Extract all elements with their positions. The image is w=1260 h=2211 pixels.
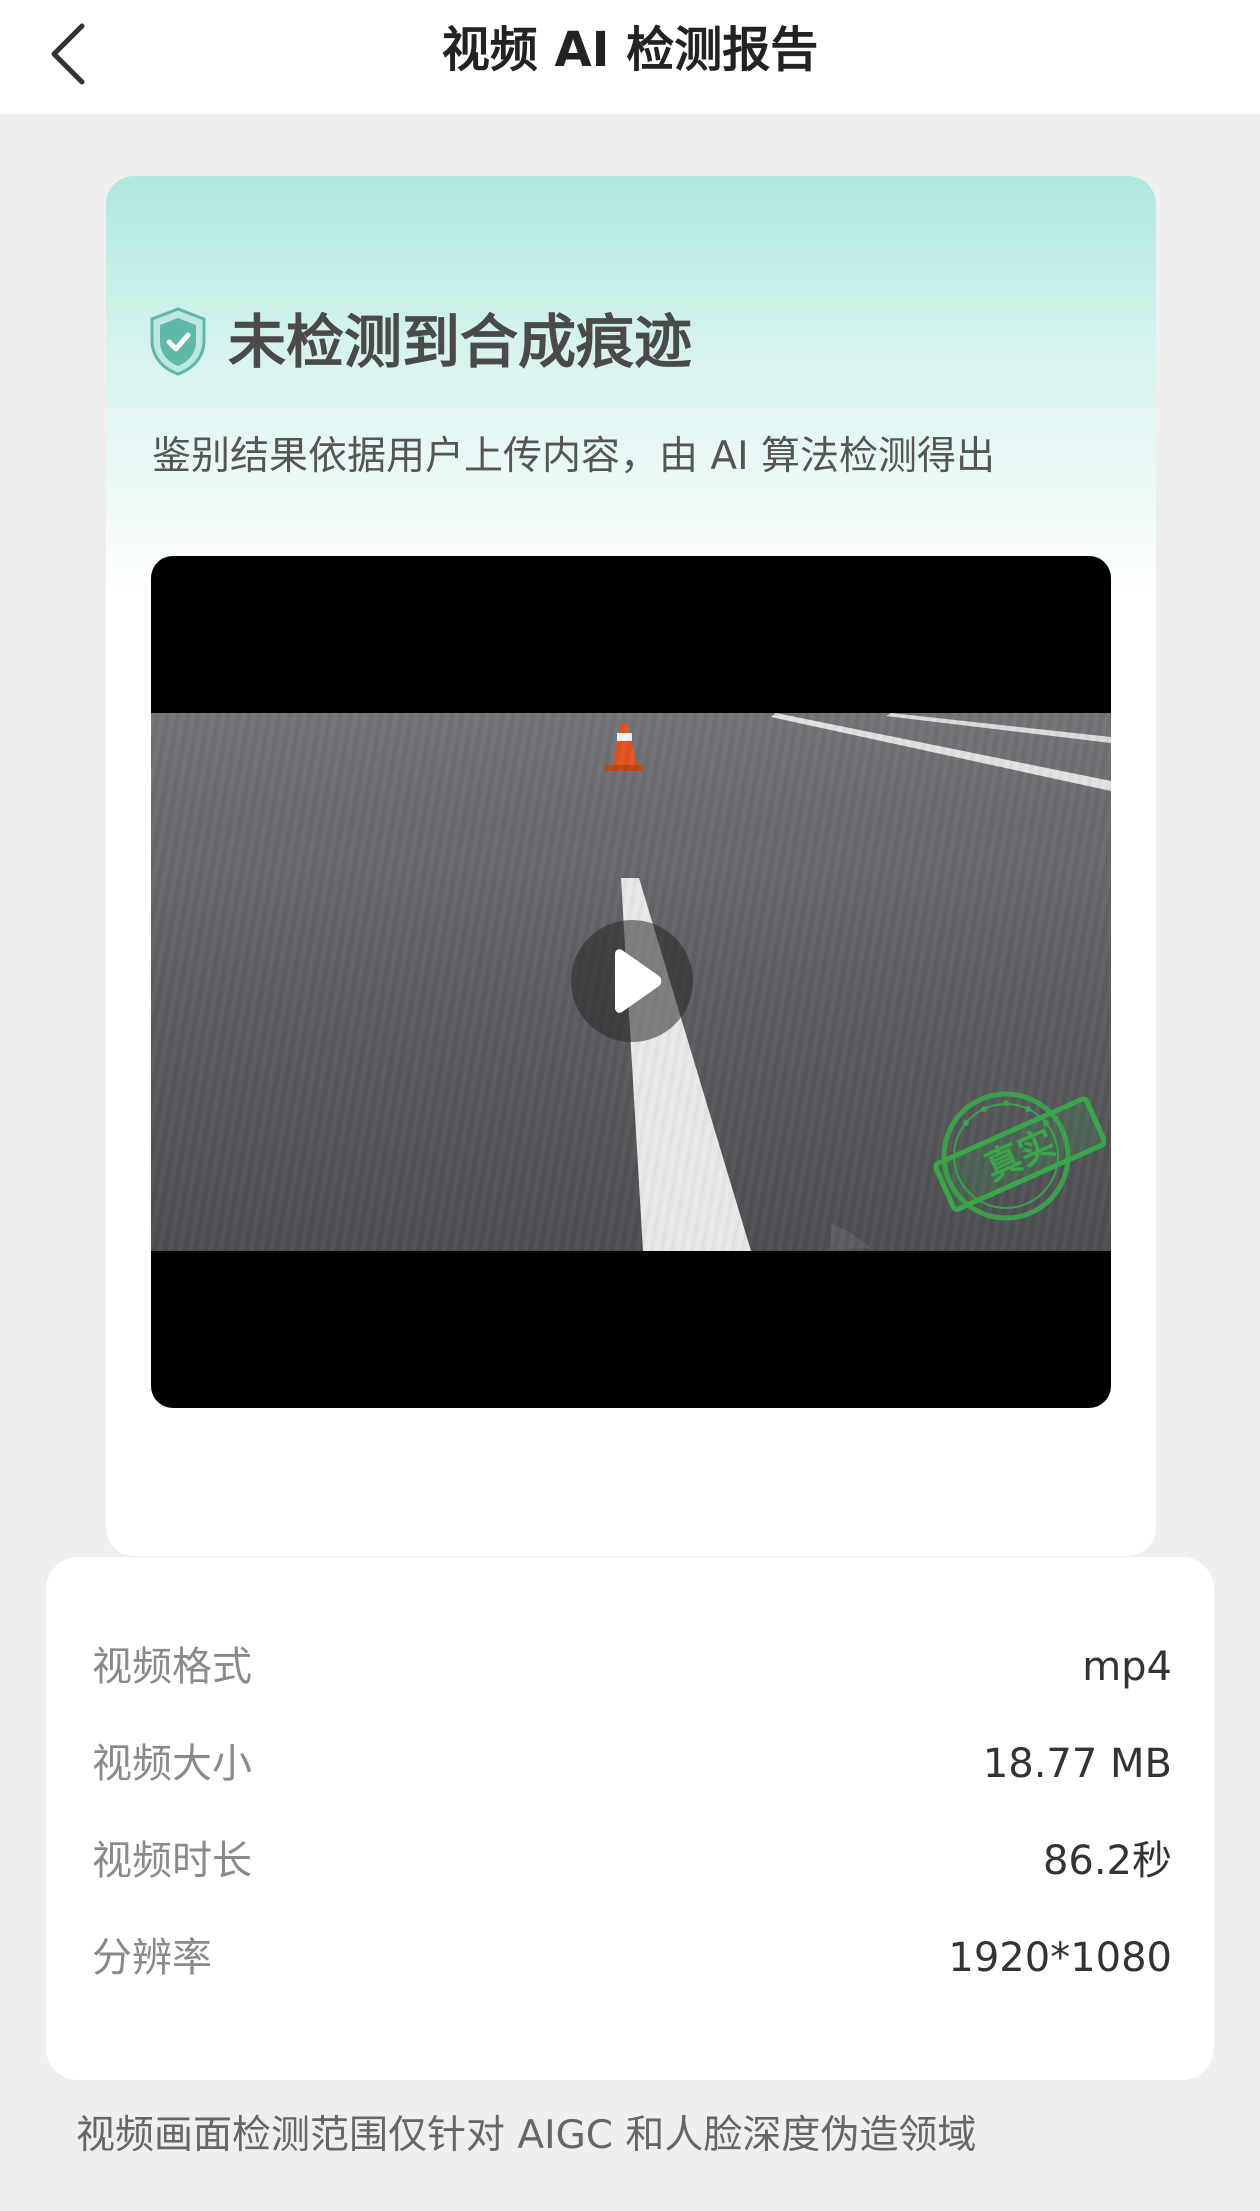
info-label: 视频时长 (92, 1838, 252, 1884)
result-title: 未检测到合成痕迹 (228, 308, 693, 376)
info-row-format: 视频格式 mp4 (92, 1637, 1172, 1697)
info-value: 18.77 MB (982, 1741, 1172, 1787)
info-row-size: 视频大小 18.77 MB (92, 1734, 1172, 1794)
info-row-resolution: 分辨率 1920*1080 (92, 1928, 1172, 1988)
play-button[interactable] (571, 920, 693, 1042)
top-nav-bar: 视频 AI 检测报告 (0, 0, 1260, 114)
shield-check-icon (150, 307, 206, 376)
authentic-stamp: 真实 (933, 1091, 1106, 1221)
video-player[interactable]: 真实 (151, 556, 1111, 1408)
play-icon (615, 949, 662, 1013)
info-value: mp4 (1082, 1644, 1172, 1690)
scope-disclaimer: 视频画面检测范围仅针对 AIGC 和人脸深度伪造领域 (76, 2113, 977, 2158)
result-subtitle: 鉴别结果依据用户上传内容，由 AI 算法检测得出 (152, 434, 995, 479)
video-info-card: 视频格式 mp4 视频大小 18.77 MB 视频时长 86.2秒 分辨率 19… (46, 1557, 1214, 2080)
info-label: 视频大小 (92, 1741, 252, 1787)
info-label: 视频格式 (92, 1644, 252, 1690)
info-label: 分辨率 (92, 1935, 212, 1981)
info-row-duration: 视频时长 86.2秒 (92, 1831, 1172, 1891)
info-value: 86.2秒 (1042, 1838, 1172, 1884)
info-value: 1920*1080 (948, 1935, 1172, 1981)
page-title: 视频 AI 检测报告 (441, 22, 819, 78)
detection-result-card: 未检测到合成痕迹 鉴别结果依据用户上传内容，由 AI 算法检测得出 真实 (106, 176, 1156, 1556)
